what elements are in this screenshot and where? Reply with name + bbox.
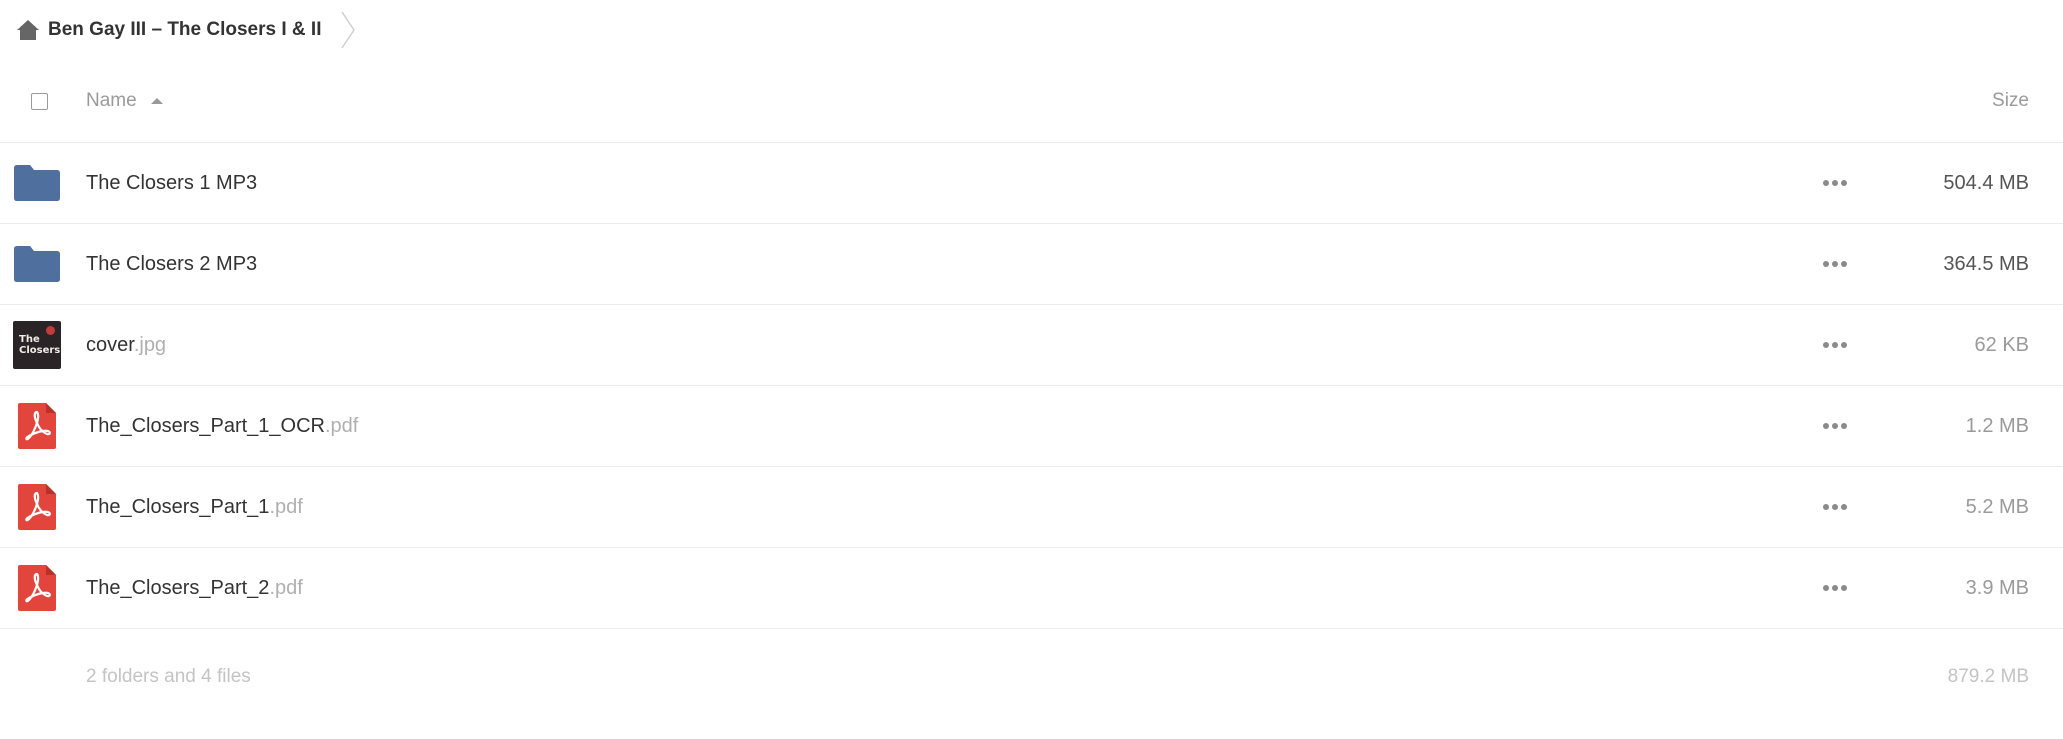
select-all-checkbox[interactable] — [31, 92, 48, 110]
thumbnail-seal-icon — [46, 326, 55, 335]
size-column-header[interactable]: Size — [1992, 90, 2029, 112]
more-actions-icon[interactable] — [1823, 422, 1847, 430]
thumbnail-text: Closers — [19, 345, 61, 356]
cover-thumbnail: The Closers — [13, 321, 61, 369]
file-size: 364.5 MB — [1943, 252, 2029, 275]
name-column-header[interactable]: Name — [86, 90, 163, 112]
more-actions-icon[interactable] — [1823, 584, 1847, 592]
file-row[interactable]: The_Closers_Part_2.pdf 3.9 MB — [0, 548, 2063, 629]
file-row[interactable]: The Closers 1 MP3 504.4 MB — [0, 143, 2063, 224]
file-name[interactable]: cover.jpg — [86, 334, 166, 357]
file-basename: The Closers 1 MP3 — [86, 171, 258, 194]
name-column-label: Name — [86, 90, 137, 111]
breadcrumb-separator-icon — [339, 10, 359, 50]
file-list-summary: 2 folders and 4 files 879.2 MB — [0, 629, 2063, 725]
file-size: 62 KB — [1974, 333, 2029, 356]
file-row[interactable]: The Closers cover.jpg 62 KB — [0, 305, 2063, 386]
file-extension: .pdf — [269, 495, 303, 518]
file-name[interactable]: The Closers 2 MP3 — [86, 253, 257, 276]
file-row[interactable]: The_Closers_Part_1_OCR.pdf 1.2 MB — [0, 386, 2063, 467]
file-name[interactable]: The_Closers_Part_1.pdf — [86, 496, 303, 519]
file-size: 504.4 MB — [1943, 171, 2029, 194]
file-basename: The_Closers_Part_1 — [86, 495, 270, 518]
sort-ascending-icon — [150, 98, 163, 104]
summary-count: 2 folders and 4 files — [86, 666, 251, 687]
image-thumbnail: The Closers — [13, 321, 61, 369]
more-actions-icon[interactable] — [1823, 179, 1847, 187]
thumbnail-text: The — [19, 334, 40, 345]
pdf-icon — [13, 483, 61, 531]
file-name[interactable]: The_Closers_Part_1_OCR.pdf — [86, 415, 358, 438]
folder-icon — [13, 240, 61, 288]
file-list: The Closers 1 MP3 504.4 MB The Closers 2… — [0, 143, 2063, 629]
file-row[interactable]: The_Closers_Part_1.pdf 5.2 MB — [0, 467, 2063, 548]
file-size: 3.9 MB — [1965, 576, 2029, 599]
summary-total-size: 879.2 MB — [1947, 666, 2029, 687]
file-name[interactable]: The_Closers_Part_2.pdf — [86, 577, 303, 600]
file-row[interactable]: The Closers 2 MP3 364.5 MB — [0, 224, 2063, 305]
more-actions-icon[interactable] — [1823, 503, 1847, 511]
file-size: 1.2 MB — [1965, 414, 2029, 437]
file-basename: The_Closers_Part_2 — [86, 576, 270, 599]
breadcrumb-current-folder[interactable]: Ben Gay III – The Closers I & II — [48, 19, 321, 41]
pdf-icon — [13, 564, 61, 612]
file-size: 5.2 MB — [1965, 495, 2029, 518]
home-icon[interactable] — [16, 19, 40, 41]
file-extension: .pdf — [325, 414, 359, 437]
file-name[interactable]: The Closers 1 MP3 — [86, 172, 257, 195]
pdf-icon — [13, 402, 61, 450]
file-basename: The Closers 2 MP3 — [86, 252, 258, 275]
more-actions-icon[interactable] — [1823, 341, 1847, 349]
file-basename: cover — [86, 333, 134, 356]
file-list-header: Name Size — [0, 60, 2063, 143]
file-extension: .pdf — [269, 576, 303, 599]
more-actions-icon[interactable] — [1823, 260, 1847, 268]
folder-icon — [13, 159, 61, 207]
file-basename: The_Closers_Part_1_OCR — [86, 414, 325, 437]
breadcrumb: Ben Gay III – The Closers I & II — [0, 0, 2063, 60]
file-extension: .jpg — [133, 333, 167, 356]
